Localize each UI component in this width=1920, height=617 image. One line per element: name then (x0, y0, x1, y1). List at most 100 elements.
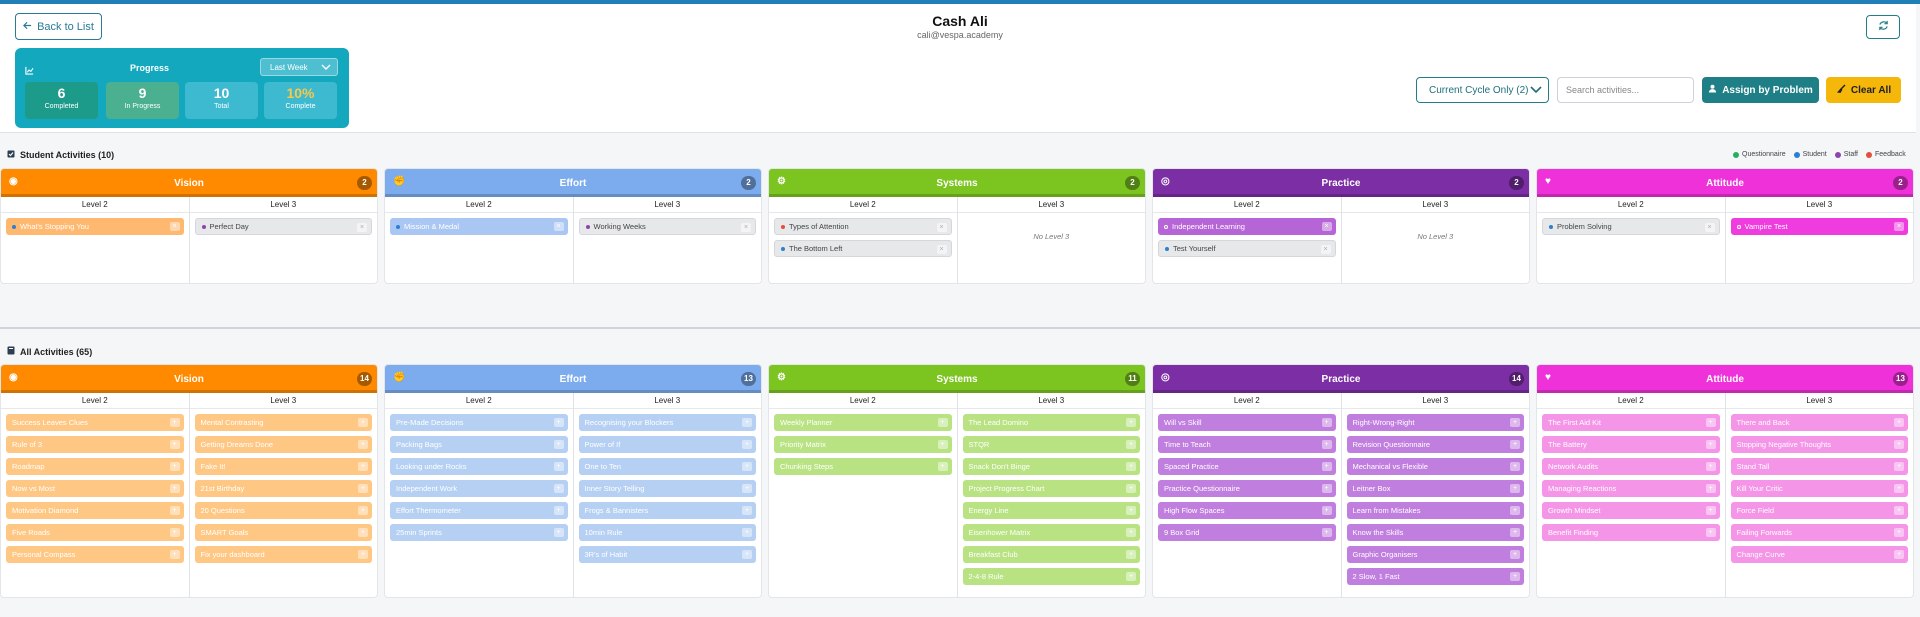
activity-pill[interactable]: There and Back + (1730, 414, 1908, 431)
activity-pill[interactable]: Working Weeks × (578, 218, 756, 235)
add-icon[interactable]: + (1894, 484, 1904, 493)
add-icon[interactable]: + (553, 506, 564, 515)
add-icon[interactable]: + (1894, 462, 1904, 471)
activity-pill[interactable]: Mechanical vs Flexible + (1346, 458, 1524, 475)
activity-pill[interactable]: 9 Box Grid + (1158, 524, 1336, 541)
add-icon[interactable]: + (169, 462, 180, 471)
activity-pill[interactable]: Change Curve + (1730, 546, 1908, 563)
activity-pill[interactable]: Types of Attention × (774, 218, 952, 235)
activity-pill[interactable]: Growth Mindset + (1542, 502, 1720, 519)
add-icon[interactable]: + (1321, 440, 1332, 449)
add-icon[interactable]: + (742, 528, 752, 537)
add-icon[interactable]: + (358, 506, 368, 515)
add-icon[interactable]: + (1321, 418, 1332, 427)
activity-pill[interactable]: Getting Dreams Done + (194, 436, 372, 453)
add-icon[interactable]: + (169, 418, 180, 427)
activity-pill[interactable]: Leitner Box + (1346, 480, 1524, 497)
activity-pill[interactable]: Motivation Diamond + (6, 502, 184, 519)
activity-pill[interactable]: What's Stopping You × (6, 218, 184, 235)
activity-pill[interactable]: Independent Learning × (1158, 218, 1336, 235)
activity-pill[interactable]: The Bottom Left × (774, 240, 952, 257)
remove-icon[interactable]: × (1320, 245, 1331, 254)
add-icon[interactable]: + (1510, 440, 1520, 449)
add-icon[interactable]: + (742, 506, 752, 515)
add-icon[interactable]: + (553, 528, 564, 537)
period-select[interactable]: Last Week (260, 58, 338, 76)
activity-pill[interactable]: Independent Work + (390, 480, 568, 497)
activity-pill[interactable]: 2 Slow, 1 Fast + (1346, 568, 1524, 585)
activity-pill[interactable]: Five Roads + (6, 524, 184, 541)
activity-pill[interactable]: Effort Thermometer + (390, 502, 568, 519)
add-icon[interactable]: + (553, 440, 564, 449)
activity-pill[interactable]: Looking under Rocks + (390, 458, 568, 475)
activity-pill[interactable]: Managing Reactions + (1542, 480, 1720, 497)
add-icon[interactable]: + (169, 440, 180, 449)
add-icon[interactable]: + (742, 484, 752, 493)
activity-pill[interactable]: Test Yourself × (1158, 240, 1336, 257)
add-icon[interactable]: + (1321, 528, 1332, 537)
remove-icon[interactable]: × (169, 222, 180, 231)
activity-pill[interactable]: Mission & Medal × (390, 218, 568, 235)
activity-pill[interactable]: Network Audits + (1542, 458, 1720, 475)
activity-pill[interactable]: Know the Skills + (1346, 524, 1524, 541)
add-icon[interactable]: + (1705, 462, 1716, 471)
add-icon[interactable]: + (1126, 506, 1136, 515)
add-icon[interactable]: + (1510, 462, 1520, 471)
add-icon[interactable]: + (358, 528, 368, 537)
activity-pill[interactable]: Practice Questionnaire + (1158, 480, 1336, 497)
activity-pill[interactable]: 21st Birthday + (194, 480, 372, 497)
add-icon[interactable]: + (1705, 418, 1716, 427)
activity-pill[interactable]: The First Aid Kit + (1542, 414, 1720, 431)
activity-pill[interactable]: Eisenhower Matrix + (962, 524, 1140, 541)
add-icon[interactable]: + (1510, 550, 1520, 559)
add-icon[interactable]: + (358, 440, 368, 449)
add-icon[interactable]: + (1321, 484, 1332, 493)
remove-icon[interactable]: × (1321, 222, 1332, 231)
add-icon[interactable]: + (1510, 528, 1520, 537)
add-icon[interactable]: + (358, 550, 368, 559)
activity-pill[interactable]: High Flow Spaces + (1158, 502, 1336, 519)
add-icon[interactable]: + (1126, 572, 1136, 581)
add-icon[interactable]: + (742, 440, 752, 449)
activity-pill[interactable]: The Battery + (1542, 436, 1720, 453)
add-icon[interactable]: + (169, 550, 180, 559)
activity-pill[interactable]: 2-4-8 Rule + (962, 568, 1140, 585)
remove-icon[interactable]: × (936, 245, 947, 254)
activity-pill[interactable]: Roadmap + (6, 458, 184, 475)
activity-pill[interactable]: Kill Your Critic + (1730, 480, 1908, 497)
remove-icon[interactable]: × (357, 223, 367, 232)
add-icon[interactable]: + (742, 462, 752, 471)
add-icon[interactable]: + (1894, 440, 1904, 449)
add-icon[interactable]: + (358, 462, 368, 471)
activity-pill[interactable]: Frogs & Bannisters + (578, 502, 756, 519)
activity-pill[interactable]: Perfect Day × (194, 218, 372, 235)
activity-pill[interactable]: Personal Compass + (6, 546, 184, 563)
activity-pill[interactable]: Revision Questionnaire + (1346, 436, 1524, 453)
activity-pill[interactable]: Vampire Test × (1730, 218, 1908, 235)
add-icon[interactable]: + (358, 484, 368, 493)
add-icon[interactable]: + (358, 418, 368, 427)
activity-pill[interactable]: Benefit Finding + (1542, 524, 1720, 541)
activity-pill[interactable]: Weekly Planner + (774, 414, 952, 431)
add-icon[interactable]: + (1126, 528, 1136, 537)
activity-pill[interactable]: Inner Story Telling + (578, 480, 756, 497)
activity-pill[interactable]: Snack Don't Binge + (962, 458, 1140, 475)
activity-pill[interactable]: Fake It! + (194, 458, 372, 475)
activity-pill[interactable]: Stopping Negative Thoughts + (1730, 436, 1908, 453)
add-icon[interactable]: + (553, 484, 564, 493)
add-icon[interactable]: + (937, 418, 948, 427)
activity-pill[interactable]: Mental Contrasting + (194, 414, 372, 431)
activity-pill[interactable]: The Lead Domino + (962, 414, 1140, 431)
activity-pill[interactable]: 25min Sprints + (390, 524, 568, 541)
add-icon[interactable]: + (742, 418, 752, 427)
add-icon[interactable]: + (1705, 506, 1716, 515)
add-icon[interactable]: + (1126, 462, 1136, 471)
activity-pill[interactable]: Learn from Mistakes + (1346, 502, 1524, 519)
refresh-button[interactable] (1866, 15, 1900, 39)
add-icon[interactable]: + (937, 440, 948, 449)
add-icon[interactable]: + (553, 418, 564, 427)
activity-pill[interactable]: STQR + (962, 436, 1140, 453)
add-icon[interactable]: + (169, 484, 180, 493)
add-icon[interactable]: + (1894, 528, 1904, 537)
activity-pill[interactable]: Problem Solving × (1542, 218, 1720, 235)
